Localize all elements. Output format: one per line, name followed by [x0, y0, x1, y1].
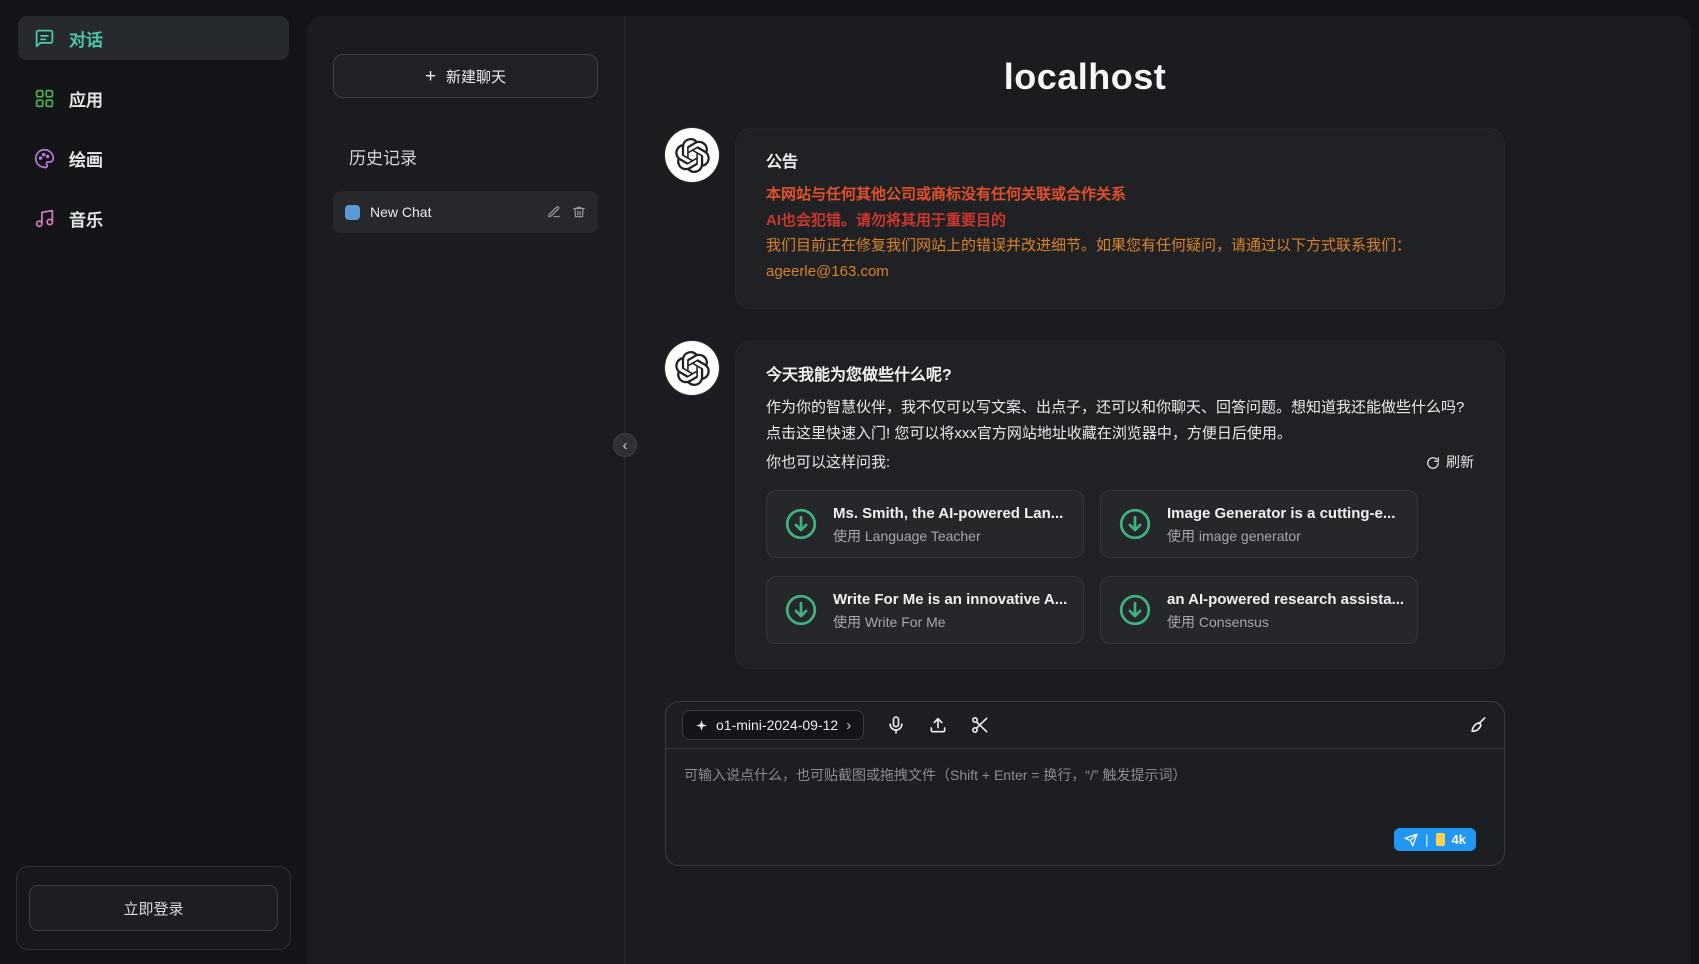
scissors-button[interactable]: [970, 715, 990, 735]
announcement-line: AI也会犯错。请勿将其用于重要目的: [766, 208, 1474, 234]
model-selector[interactable]: o1-mini-2024-09-12 ›: [682, 710, 864, 740]
new-chat-button[interactable]: + 新建聊天: [333, 54, 598, 98]
assistant-avatar: [665, 341, 719, 395]
welcome-heading: 今天我能为您做些什么呢?: [766, 362, 1474, 389]
music-note-icon: [34, 208, 55, 229]
suggestion-card[interactable]: Ms. Smith, the AI-powered Lan... 使用 Lang…: [766, 490, 1084, 558]
announcement-line: 本网站与任何其他公司或商标没有任何关联或合作关系: [766, 182, 1474, 208]
composer: o1-mini-2024-09-12 ›: [665, 701, 1505, 866]
suggestion-text: Ms. Smith, the AI-powered Lan... 使用 Lang…: [833, 503, 1063, 545]
composer-input-wrap: [666, 749, 1504, 828]
nav-item-paint[interactable]: 绘画: [18, 136, 289, 180]
workspace: + 新建聊天 历史记录 New Chat ‹ localhost: [307, 16, 1691, 964]
suggestion-card[interactable]: Write For Me is an innovative A... 使用 Wr…: [766, 576, 1084, 644]
collapse-sidebar-button[interactable]: ‹: [613, 433, 637, 457]
chat-item-title: New Chat: [370, 204, 537, 220]
token-icon: [1436, 833, 1445, 846]
announcement-contact-email[interactable]: ageerle@163.com: [766, 259, 1474, 285]
nav-item-label: 对话: [69, 26, 103, 51]
broom-icon: [1468, 715, 1488, 735]
suggestion-card[interactable]: an AI-powered research assista... 使用 Con…: [1100, 576, 1418, 644]
prompt-line: 你也可以这样问我:: [766, 450, 890, 476]
chat-bubble-icon: [34, 28, 55, 49]
plus-icon: +: [425, 67, 436, 86]
page-title: localhost: [665, 56, 1505, 98]
suggestion-text: an AI-powered research assista... 使用 Con…: [1167, 589, 1401, 631]
circle-arrow-down-icon: [1117, 592, 1153, 628]
microphone-button[interactable]: [886, 715, 906, 735]
main-panel: localhost 公告 本网站与任何其他公司或商标没有任何关联或合作关系 AI…: [625, 16, 1691, 964]
apps-grid-icon: [34, 88, 55, 109]
suggestion-title: Image Generator is a cutting-e...: [1167, 503, 1395, 524]
announcement-heading: 公告: [766, 149, 1474, 176]
chat-item-actions: [547, 205, 586, 219]
suggestion-subtitle: 使用 image generator: [1167, 527, 1395, 545]
message-row: 今天我能为您做些什么呢? 作为你的智慧伙伴，我不仅可以写文案、出点子，还可以和你…: [665, 341, 1505, 669]
welcome-bubble: 今天我能为您做些什么呢? 作为你的智慧伙伴，我不仅可以写文案、出点子，还可以和你…: [735, 341, 1505, 669]
suggestion-grid: Ms. Smith, the AI-powered Lan... 使用 Lang…: [766, 490, 1474, 644]
message-row: 公告 本网站与任何其他公司或商标没有任何关联或合作关系 AI也会犯错。请勿将其用…: [665, 128, 1505, 309]
sparkle-icon: [695, 719, 708, 732]
refresh-button[interactable]: 刷新: [1426, 451, 1474, 475]
suggestion-title: an AI-powered research assista...: [1167, 589, 1401, 610]
nav-item-label: 音乐: [69, 206, 103, 231]
suggestion-title: Ms. Smith, the AI-powered Lan...: [833, 503, 1063, 524]
message-input[interactable]: [666, 749, 1504, 823]
edit-icon[interactable]: [547, 205, 561, 219]
nav-item-apps[interactable]: 应用: [18, 76, 289, 120]
assistant-avatar: [665, 128, 719, 182]
login-panel: 立即登录: [16, 866, 291, 950]
announcement-line: 我们目前正在修复我们网站上的错误并改进细节。如果您有任何疑问，请通过以下方式联系…: [766, 233, 1474, 259]
circle-arrow-down-icon: [783, 592, 819, 628]
chevron-left-icon: ‹: [623, 438, 628, 453]
upload-button[interactable]: [928, 715, 948, 735]
announcement-bubble: 公告 本网站与任何其他公司或商标没有任何关联或合作关系 AI也会犯错。请勿将其用…: [735, 128, 1505, 309]
badge-divider: |: [1425, 832, 1428, 847]
chat-list-item[interactable]: New Chat: [333, 191, 598, 233]
suggestion-subtitle: 使用 Write For Me: [833, 613, 1067, 631]
chevron-right-icon: ›: [846, 718, 851, 733]
chat-list-panel: + 新建聊天 历史记录 New Chat: [307, 16, 625, 964]
scissors-icon: [970, 715, 990, 735]
openai-logo-icon: [675, 138, 710, 173]
nav-item-chat[interactable]: 对话: [18, 16, 289, 60]
microphone-icon: [886, 715, 906, 735]
nav-item-label: 应用: [69, 86, 103, 111]
nav-sidebar: 对话 应用 绘画 音乐 立即登录: [0, 0, 307, 964]
nav-item-music[interactable]: 音乐: [18, 196, 289, 240]
paper-plane-icon: [1404, 833, 1418, 847]
suggestion-text: Write For Me is an innovative A... 使用 Wr…: [833, 589, 1067, 631]
send-button[interactable]: | 4k: [1394, 828, 1476, 851]
delete-icon[interactable]: [572, 205, 586, 219]
composer-toolbar: o1-mini-2024-09-12 ›: [666, 702, 1504, 748]
token-count: 4k: [1452, 832, 1466, 847]
prompt-row: 你也可以这样问我: 刷新: [766, 450, 1474, 476]
openai-logo-icon: [675, 351, 710, 386]
refresh-icon: [1426, 456, 1440, 470]
message-list: 公告 本网站与任何其他公司或商标没有任何关联或合作关系 AI也会犯错。请勿将其用…: [665, 128, 1505, 669]
history-heading: 历史记录: [349, 144, 624, 169]
suggestion-card[interactable]: Image Generator is a cutting-e... 使用 ima…: [1100, 490, 1418, 558]
circle-arrow-down-icon: [1117, 506, 1153, 542]
model-label: o1-mini-2024-09-12: [716, 717, 838, 733]
nav-item-label: 绘画: [69, 146, 103, 171]
suggestion-subtitle: 使用 Consensus: [1167, 613, 1401, 631]
chat-bullet-icon: [345, 205, 360, 220]
circle-arrow-down-icon: [783, 506, 819, 542]
suggestion-title: Write For Me is an innovative A...: [833, 589, 1067, 610]
refresh-label: 刷新: [1446, 451, 1474, 475]
suggestion-subtitle: 使用 Language Teacher: [833, 527, 1063, 545]
clear-context-button[interactable]: [1468, 715, 1488, 735]
upload-icon: [928, 715, 948, 735]
palette-icon: [34, 148, 55, 169]
login-button[interactable]: 立即登录: [29, 885, 278, 931]
composer-footer: | 4k: [666, 828, 1504, 865]
welcome-body: 作为你的智慧伙伴，我不仅可以写文案、出点子，还可以和你聊天、回答问题。想知道我还…: [766, 395, 1474, 446]
suggestion-text: Image Generator is a cutting-e... 使用 ima…: [1167, 503, 1395, 545]
new-chat-label: 新建聊天: [446, 66, 506, 87]
